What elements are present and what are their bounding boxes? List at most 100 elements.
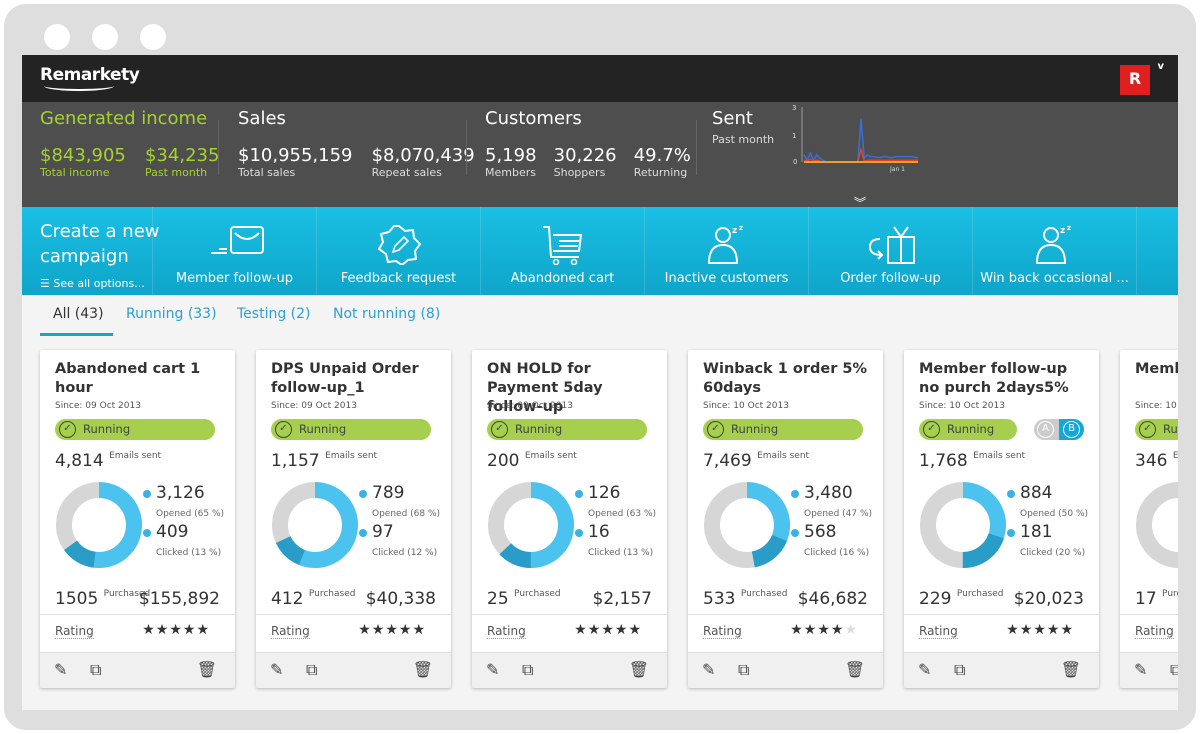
divider [696, 120, 697, 175]
ab-test-toggle[interactable]: AB [1034, 419, 1084, 440]
top-nav: Remarkety R v [22, 55, 1178, 102]
campaign-type-label: Member follow-up [175, 271, 294, 286]
envelope-icon [210, 226, 264, 254]
emails-sent-label: Emails sent [109, 451, 162, 461]
rating-row: Rating [1120, 614, 1178, 650]
star-filled-icon: ★ [1046, 622, 1061, 638]
edit-icon[interactable]: ✎ [54, 660, 67, 679]
card-toolbar: ✎ ⧉ 🗑 [256, 652, 451, 688]
campaign-card[interactable]: ON HOLD for Payment 5day follow-up Since:… [472, 350, 667, 688]
edit-icon[interactable]: ✎ [702, 660, 715, 679]
duplicate-icon[interactable]: ⧉ [954, 660, 965, 680]
rating-row: Rating ★★★★★ [256, 614, 451, 650]
card-toolbar: ✎ ⧉ 🗑 [472, 652, 667, 688]
rating-stars[interactable]: ★★★★★ [142, 622, 210, 638]
edit-icon[interactable]: ✎ [270, 660, 283, 679]
campaign-card[interactable]: DPS Unpaid Order follow-up_1 Since: 09 Oc… [256, 350, 451, 688]
campaign-type-rewa[interactable]: Rewa [1136, 207, 1178, 295]
star-empty-icon: ★ [844, 622, 858, 638]
campaign-since: Since: 10 [1135, 401, 1177, 411]
campaign-type-feedback-request[interactable]: Feedback request [316, 207, 480, 295]
campaign-title[interactable]: Member follow-up no purch 2days5% [919, 360, 1089, 398]
star-filled-icon: ★ [614, 622, 629, 638]
campaign-type-order-follow-up[interactable]: Order follow-up [808, 207, 972, 295]
duplicate-icon[interactable]: ⧉ [522, 660, 533, 680]
tab-not-running[interactable]: Not running (8) [333, 306, 440, 322]
duplicate-icon[interactable]: ⧉ [738, 660, 749, 680]
gift-return-icon [868, 226, 915, 264]
campaign-card[interactable]: Abandoned cart 1 hour Since: 09 Oct 2013 ✓… [40, 350, 235, 688]
delete-trash-icon[interactable]: 🗑 [1061, 660, 1081, 679]
campaign-type-win-back-occasional[interactable]: z z Win back occasional ... [972, 207, 1136, 295]
sent-series-line [803, 146, 918, 163]
campaign-card[interactable]: Memb purch Since: 10 ✓ Ru 346 Emails sent 17 … [1120, 350, 1178, 688]
campaign-since: Since: 10 Oct 2013 [703, 401, 789, 411]
tab-running[interactable]: Running (33) [126, 306, 217, 322]
status-label: Ru [1163, 422, 1178, 436]
divider [466, 120, 467, 175]
delete-trash-icon[interactable]: 🗑 [845, 660, 865, 679]
emails-sent-value: 1,768 [919, 451, 968, 471]
check-circle-icon: ✓ [707, 421, 724, 438]
edit-icon[interactable]: ✎ [486, 660, 499, 679]
duplicate-icon[interactable]: ⧉ [1170, 660, 1178, 680]
purchased-label: Purchased [308, 589, 356, 599]
card-toolbar: ✎⧉🗑 [1120, 652, 1178, 688]
duplicate-icon[interactable]: ⧉ [90, 660, 101, 680]
campaign-type-inactive-customers[interactable]: z z Inactive customers [644, 207, 808, 295]
duplicate-icon[interactable]: ⧉ [306, 660, 317, 680]
purchased: 17 Purchased [1135, 589, 1178, 609]
rating-stars[interactable]: ★★★★★ [574, 622, 642, 638]
star-filled-icon: ★ [601, 622, 615, 638]
emails-sent: 7,469 Emails sent [703, 451, 809, 471]
rating-label: Rating [487, 624, 526, 639]
campaign-title[interactable]: Winback 1 order 5% 60days [703, 360, 873, 398]
campaign-title[interactable]: DPS Unpaid Order follow-up_1 [271, 360, 441, 398]
campaign-title[interactable]: Memb purch [1135, 360, 1178, 379]
app: Remarkety R v Generated income $843,905 T… [22, 55, 1178, 710]
rating-stars[interactable]: ★★★★★ [1006, 622, 1074, 638]
opened-value: 126 [574, 483, 621, 503]
status-badge: ✓ Running [703, 419, 863, 440]
sent-title: Sent [712, 108, 753, 129]
variant-a[interactable]: A [1037, 421, 1054, 438]
see-all-label: See all options... [53, 277, 145, 290]
opened-label: Opened (65 %) [156, 509, 225, 519]
campaign-type-abandoned-cart[interactable]: Abandoned cart [480, 207, 644, 295]
delete-trash-icon[interactable]: 🗑 [413, 660, 433, 679]
tab-testing[interactable]: Testing (2) [237, 306, 311, 322]
purchased: 25 Purchased [487, 589, 561, 609]
purchased-label: Purchased [1162, 589, 1178, 599]
campaign-card[interactable]: Member follow-up no purch 2days5% Since: … [904, 350, 1099, 688]
variant-b[interactable]: B [1063, 421, 1080, 438]
divider [218, 120, 219, 175]
campaign-card[interactable]: Winback 1 order 5% 60days Since: 10 Oct 2… [688, 350, 883, 688]
user-menu-caret[interactable]: v [1157, 61, 1164, 72]
sent-sparkline-chart: 3 1 0 Jan 1 [792, 104, 918, 173]
delete-trash-icon[interactable]: 🗑 [629, 660, 649, 679]
rating-stars[interactable]: ★★★★★ [790, 622, 858, 638]
emails-sent: 4,814 Emails sent [55, 451, 161, 471]
sent-group: Sent Past month [712, 108, 774, 146]
shoppers-value: 30,226 [553, 145, 617, 166]
campaign-type-member-follow-up[interactable]: Member follow-up [152, 207, 316, 295]
star-filled-icon: ★ [412, 622, 426, 638]
income-title: Generated income [40, 108, 208, 129]
campaign-title[interactable]: Abandoned cart 1 hour [55, 360, 225, 398]
y-tick: 0 [793, 158, 797, 166]
see-all-options-link[interactable]: ☰ See all options... [40, 277, 145, 290]
campaign-type-label: Feedback request [340, 271, 457, 286]
sent-series-line [803, 118, 918, 163]
user-avatar[interactable]: R [1120, 65, 1150, 95]
star-filled-icon: ★ [628, 622, 642, 638]
rating-stars[interactable]: ★★★★★ [358, 622, 426, 638]
rating-row: Rating ★★★★★ [688, 614, 883, 650]
emails-sent-value: 200 [487, 451, 520, 471]
star-filled-icon: ★ [398, 622, 413, 638]
tab-all[interactable]: All (43) [53, 306, 104, 322]
emails-sent-label: Emails sent [757, 451, 810, 461]
purchase-amount: $40,338 [365, 589, 436, 609]
delete-trash-icon[interactable]: 🗑 [197, 660, 217, 679]
edit-icon[interactable]: ✎ [1134, 660, 1147, 679]
edit-icon[interactable]: ✎ [918, 660, 931, 679]
